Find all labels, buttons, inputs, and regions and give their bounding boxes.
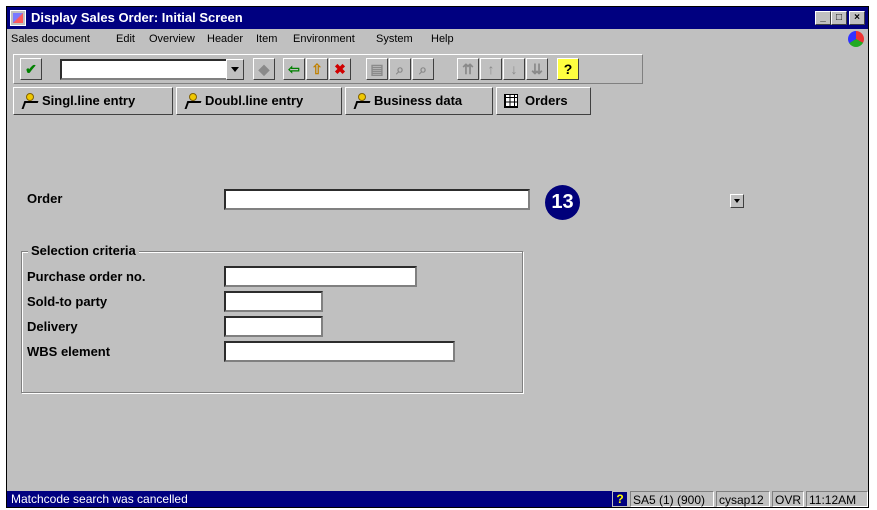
menu-overview[interactable]: Overview [149, 29, 195, 49]
single-line-entry-label: Singl.line entry [42, 93, 136, 108]
single-line-entry-button[interactable]: Singl.line entry [13, 87, 173, 115]
cancel-icon[interactable]: ✖ [329, 58, 351, 80]
menu-bar: Sales document Edit Overview Header Item… [7, 29, 868, 49]
previous-page-icon[interactable]: ↑ [480, 58, 502, 80]
back-icon[interactable]: ⇦ [283, 58, 305, 80]
orders-button[interactable]: Orders [496, 87, 591, 115]
next-page-icon[interactable]: ↓ [503, 58, 525, 80]
status-bar: Matchcode search was cancelled ? SA5 (1)… [7, 491, 868, 507]
person-icon [184, 93, 200, 109]
sap-logo-icon [848, 31, 864, 47]
command-field-dropdown[interactable] [226, 59, 244, 80]
sap-window-icon[interactable] [10, 10, 26, 26]
sold-to-party-label: Sold-to party [27, 294, 108, 309]
menu-help[interactable]: Help [431, 29, 454, 49]
menu-environment[interactable]: Environment [293, 29, 355, 49]
wbs-element-label: WBS element [27, 344, 111, 359]
question-icon[interactable]: ? [613, 492, 627, 506]
order-input[interactable] [224, 189, 744, 210]
business-data-label: Business data [374, 93, 463, 108]
maximize-button[interactable]: □ [831, 11, 847, 25]
help-icon[interactable]: ? [557, 58, 579, 80]
close-button[interactable]: × [849, 11, 865, 25]
save-icon[interactable]: ◆ [253, 58, 275, 80]
sold-to-party-input[interactable] [224, 291, 323, 312]
enter-icon[interactable]: ✔ [20, 58, 42, 80]
table-icon [504, 94, 518, 108]
find-icon[interactable]: ⌕ [389, 58, 411, 80]
menu-edit[interactable]: Edit [116, 29, 135, 49]
status-system[interactable]: SA5 (1) (900) [630, 491, 714, 507]
last-page-icon[interactable]: ⇊ [526, 58, 548, 80]
sap-window: Display Sales Order: Initial Screen _ □ … [6, 6, 869, 508]
double-line-entry-button[interactable]: Doubl.line entry [176, 87, 342, 115]
purchase-order-label: Purchase order no. [27, 269, 146, 284]
find-next-icon[interactable]: ⌕ [412, 58, 434, 80]
double-line-entry-label: Doubl.line entry [205, 93, 304, 108]
exit-icon[interactable]: ⇧ [306, 58, 328, 80]
delivery-input[interactable] [224, 316, 323, 337]
person-icon [21, 93, 37, 109]
status-message: Matchcode search was cancelled [7, 491, 612, 507]
purchase-order-input[interactable] [224, 266, 417, 287]
menu-item[interactable]: Item [256, 29, 277, 49]
status-server: cysap12 [716, 491, 770, 507]
wbs-element-input[interactable] [224, 341, 455, 362]
menu-sales-document[interactable]: Sales document [11, 29, 90, 49]
order-dropdown-button[interactable] [730, 194, 744, 208]
selection-criteria-title: Selection criteria [28, 243, 139, 258]
menu-header[interactable]: Header [207, 29, 243, 49]
first-page-icon[interactable]: ⇈ [457, 58, 479, 80]
status-mode[interactable]: OVR [772, 491, 804, 507]
title-bar: Display Sales Order: Initial Screen _ □ … [7, 7, 868, 29]
print-icon[interactable]: ▤ [366, 58, 388, 80]
menu-system[interactable]: System [376, 29, 413, 49]
window-title: Display Sales Order: Initial Screen [31, 10, 243, 25]
business-data-button[interactable]: Business data [345, 87, 493, 115]
command-field[interactable] [60, 59, 232, 80]
callout-badge: 13 [545, 185, 580, 220]
minimize-button[interactable]: _ [815, 11, 831, 25]
order-label: Order [27, 191, 63, 206]
status-time: 11:12AM [806, 491, 868, 507]
orders-label: Orders [525, 93, 568, 108]
standard-toolbar: ✔ ◆ ⇦ ⇧ ✖ ▤ ⌕ ⌕ ⇈ ↑ ↓ ⇊ ? [13, 54, 643, 84]
delivery-label: Delivery [27, 319, 78, 334]
person-icon [353, 93, 369, 109]
